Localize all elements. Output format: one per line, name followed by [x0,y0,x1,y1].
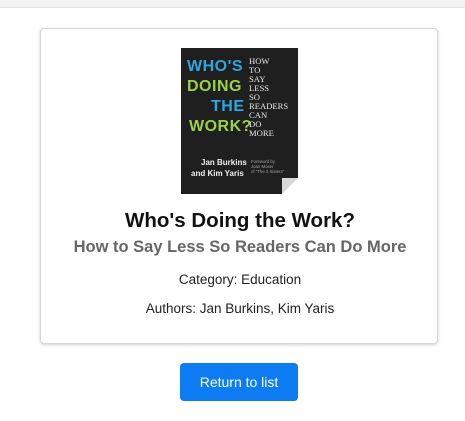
cover-author-line-2: and Kim Yaris [191,169,244,178]
cover-word-3: THE [211,98,245,115]
book-title: Who's Doing the Work? [125,209,355,232]
cover-word-1: WHO'S [187,58,244,75]
page-curl-decoration [282,178,298,194]
cover-tagline-9: MORE [249,128,274,138]
book-category: Category: Education [178,272,302,287]
return-to-list-button[interactable]: Return to list [180,363,298,401]
top-bar [0,0,465,8]
cover-author-line-1: Jan Burkins [201,158,247,167]
cover-word-2: DOING [187,78,242,95]
book-cover-image: WHO'S DOING THE WORK? HOW TO SAY LESS SO… [181,48,298,194]
book-detail-card: WHO'S DOING THE WORK? HOW TO SAY LESS SO… [40,28,438,344]
book-authors: Authors: Jan Burkins, Kim Yaris [145,301,335,316]
cover-foreword-line-3: of "The 2 Sisters" [251,169,285,174]
cover-word-4: WORK? [189,118,252,135]
book-subtitle: How to Say Less So Readers Can Do More [73,238,407,256]
